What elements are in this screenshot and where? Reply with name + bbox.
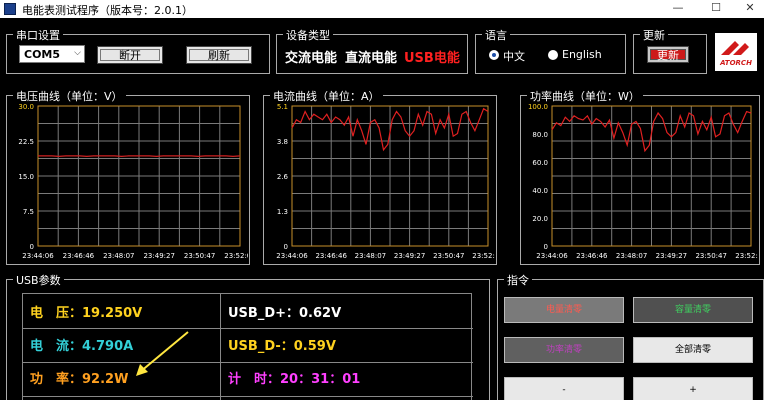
current-x-tick-label: 23:49:27	[394, 252, 425, 260]
usb-dminus-reading: USB_D-：0.59V	[228, 335, 336, 354]
atorch-logo: ATORCH	[715, 33, 757, 71]
usb-dminus-value: 0.59V	[293, 339, 336, 354]
usb-dplus-label: USB_D+：	[228, 306, 300, 321]
window-title: 电能表测试程序（版本号：2.0.1）	[22, 4, 193, 17]
clear-energy-button[interactable]: 电量清零	[504, 297, 624, 323]
radio-english-label[interactable]: English	[562, 48, 602, 61]
radio-chinese[interactable]	[489, 50, 499, 60]
voltage-y-tick-label: 7.5	[23, 208, 34, 216]
update-label: 更新	[640, 27, 668, 43]
clear-all-button[interactable]: 全部清零	[633, 337, 753, 363]
voltage-x-tick-label: 23:49:27	[143, 252, 174, 260]
current-y-tick-label: 1.3	[277, 208, 288, 216]
current-x-tick-label: 23:46:46	[315, 252, 347, 260]
current-label: 电 流：	[30, 339, 83, 354]
power-y-tick-label: 0	[544, 243, 548, 251]
voltage-reading: 电 压：19.250V	[30, 302, 142, 321]
voltage-x-tick-label: 23:48:07	[103, 252, 134, 260]
minimize-button[interactable]: —	[670, 1, 686, 17]
serial-settings-label: 串口设置	[13, 27, 63, 43]
minus-button[interactable]: -	[504, 377, 624, 400]
device-ac[interactable]: 交流电能	[285, 47, 337, 66]
usb-params-label: USB参数	[13, 272, 64, 288]
update-button[interactable]: 更新	[647, 46, 689, 63]
current-x-tick-label: 23:50:47	[433, 252, 464, 260]
maximize-button[interactable]: ☐	[708, 1, 724, 17]
power-y-tick-label: 80.0	[532, 131, 548, 139]
power-x-tick-label: 23:46:46	[576, 252, 608, 260]
device-type-label: 设备类型	[283, 27, 333, 43]
timer-label: 计 时：	[228, 372, 281, 387]
voltage-x-tick-label: 23:50:47	[184, 252, 215, 260]
disconnect-button[interactable]: 断开	[97, 46, 163, 64]
power-label: 功 率：	[30, 372, 83, 387]
current-x-tick-label: 23:52:09	[472, 252, 495, 260]
current-y-tick-label: 5.1	[277, 103, 288, 111]
power-reading: 功 率：92.2W	[30, 368, 128, 387]
port-value: COM5	[24, 48, 61, 61]
power-y-tick-label: 60.0	[532, 159, 548, 167]
timer-value: 20：31：01	[280, 372, 361, 387]
chevron-down-icon: ⌵	[74, 48, 81, 58]
arrow-annotation-icon	[136, 331, 189, 376]
voltage-x-tick-label: 23:44:06	[22, 252, 54, 260]
voltage-x-tick-label: 23:52:09	[224, 252, 248, 260]
radio-chinese-label[interactable]: 中文	[503, 48, 525, 64]
title-bar: 电能表测试程序（版本号：2.0.1） — ☐ ✕	[0, 0, 764, 18]
current-y-tick-label: 0	[284, 243, 288, 251]
language-label: 语言	[482, 27, 510, 43]
timer-reading: 计 时：20：31：01	[228, 368, 360, 387]
power-x-tick-label: 23:49:27	[656, 252, 687, 260]
power-chart: 100.0 80.0 60.0 40.0 20.0 023:44:06 23:46:46 23…	[528, 103, 758, 260]
current-x-tick-label: 23:44:06	[276, 252, 308, 260]
commands-label: 指令	[504, 272, 532, 288]
voltage-label: 电 压：	[30, 306, 83, 321]
update-button-label: 更新	[657, 49, 679, 62]
radio-english[interactable]	[548, 50, 558, 60]
current-x-tick-label: 23:48:07	[355, 252, 386, 260]
current-y-tick-label: 2.6	[277, 173, 289, 181]
device-dc[interactable]: 直流电能	[345, 47, 397, 66]
voltage-y-tick-label: 22.5	[18, 138, 34, 146]
usb-dplus-value: 0.62V	[299, 306, 342, 321]
power-x-tick-label: 23:52:09	[735, 252, 758, 260]
power-x-tick-label: 23:50:47	[695, 252, 726, 260]
current-y-tick-label: 3.8	[277, 138, 288, 146]
voltage-value: 19.250V	[82, 306, 143, 321]
power-value: 92.2W	[82, 372, 129, 387]
power-x-tick-label: 23:48:07	[616, 252, 647, 260]
power-x-tick-label: 23:44:06	[536, 252, 568, 260]
app-icon	[4, 3, 16, 15]
power-y-tick-label: 20.0	[532, 215, 548, 223]
disconnect-button-label: 断开	[119, 49, 141, 62]
voltage-y-tick-label: 0	[30, 243, 34, 251]
usb-dplus-reading: USB_D+：0.62V	[228, 302, 341, 321]
voltage-series-line	[38, 155, 241, 158]
refresh-button-label: 刷新	[208, 49, 230, 62]
close-button[interactable]: ✕	[742, 1, 758, 17]
power-y-tick-label: 100.0	[528, 103, 548, 111]
logo-text: ATORCH	[719, 59, 752, 67]
voltage-y-tick-label: 30.0	[18, 103, 34, 111]
voltage-x-tick-label: 23:46:46	[63, 252, 95, 260]
plus-button[interactable]: +	[633, 377, 753, 400]
refresh-button[interactable]: 刷新	[186, 46, 252, 64]
voltage-chart: 30.0 22.5 15.0 7.5 023:44:06 23:46:46 23:48:07…	[18, 103, 248, 260]
clear-power-button[interactable]: 功率清零	[504, 337, 624, 363]
port-select[interactable]: COM5 ⌵	[19, 45, 85, 63]
usb-dminus-label: USB_D-：	[228, 339, 294, 354]
clear-capacity-button[interactable]: 容量清零	[633, 297, 753, 323]
power-y-tick-label: 40.0	[532, 187, 548, 195]
current-reading: 电 流：4.790A	[30, 335, 133, 354]
device-usb[interactable]: USB电能	[404, 47, 460, 66]
voltage-y-tick-label: 15.0	[18, 173, 34, 181]
current-chart: 5.1 3.8 2.6 1.3 023:44:06 23:46:46 23:48:07 23:…	[276, 103, 495, 260]
current-value: 4.790A	[82, 339, 134, 354]
